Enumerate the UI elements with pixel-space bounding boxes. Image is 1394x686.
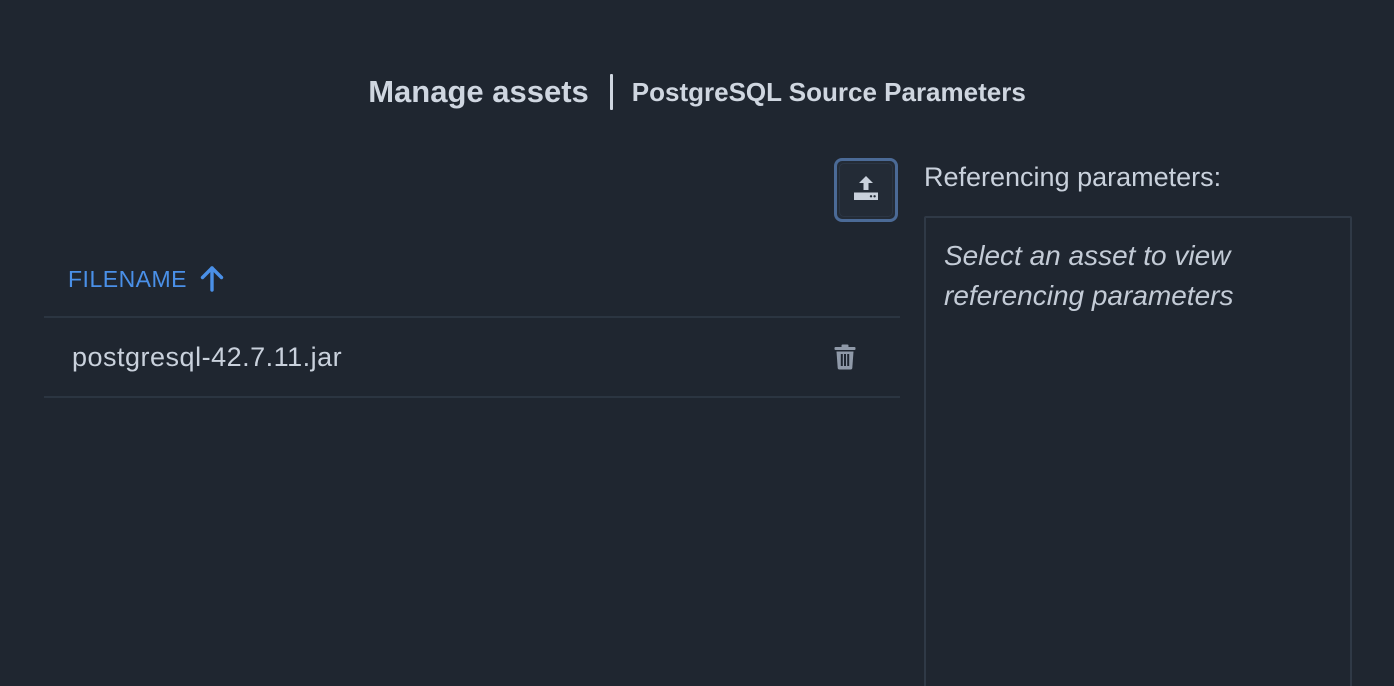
upload-button-inner: [839, 163, 893, 217]
referencing-parameters-label: Referencing parameters:: [924, 162, 1222, 192]
table-row[interactable]: postgresql-42.7.11.jar: [44, 318, 900, 398]
manage-assets-dialog: Manage assets PostgreSQL Source Paramete…: [0, 0, 1394, 686]
arrow-up-icon: [199, 265, 225, 293]
table-header: FILENAME: [44, 242, 900, 318]
title-separator: [609, 74, 613, 110]
referencing-parameters-panel: Select an asset to view referencing para…: [924, 216, 1352, 686]
column-header-filename[interactable]: FILENAME: [68, 265, 225, 293]
referencing-parameters-placeholder: Select an asset to view referencing para…: [944, 240, 1234, 311]
upload-asset-button[interactable]: [834, 158, 898, 222]
assets-table: FILENAME postgresql-42.7.11.jar: [44, 242, 900, 398]
upload-icon: [852, 174, 880, 207]
row-filename: postgresql-42.7.11.jar: [72, 341, 343, 372]
dialog-subtitle: PostgreSQL Source Parameters: [631, 76, 1026, 107]
dialog-title: Manage assets: [368, 74, 589, 109]
column-header-label: FILENAME: [68, 265, 188, 292]
dialog-header: Manage assets PostgreSQL Source Paramete…: [0, 66, 1394, 118]
trash-icon[interactable]: [834, 344, 856, 370]
